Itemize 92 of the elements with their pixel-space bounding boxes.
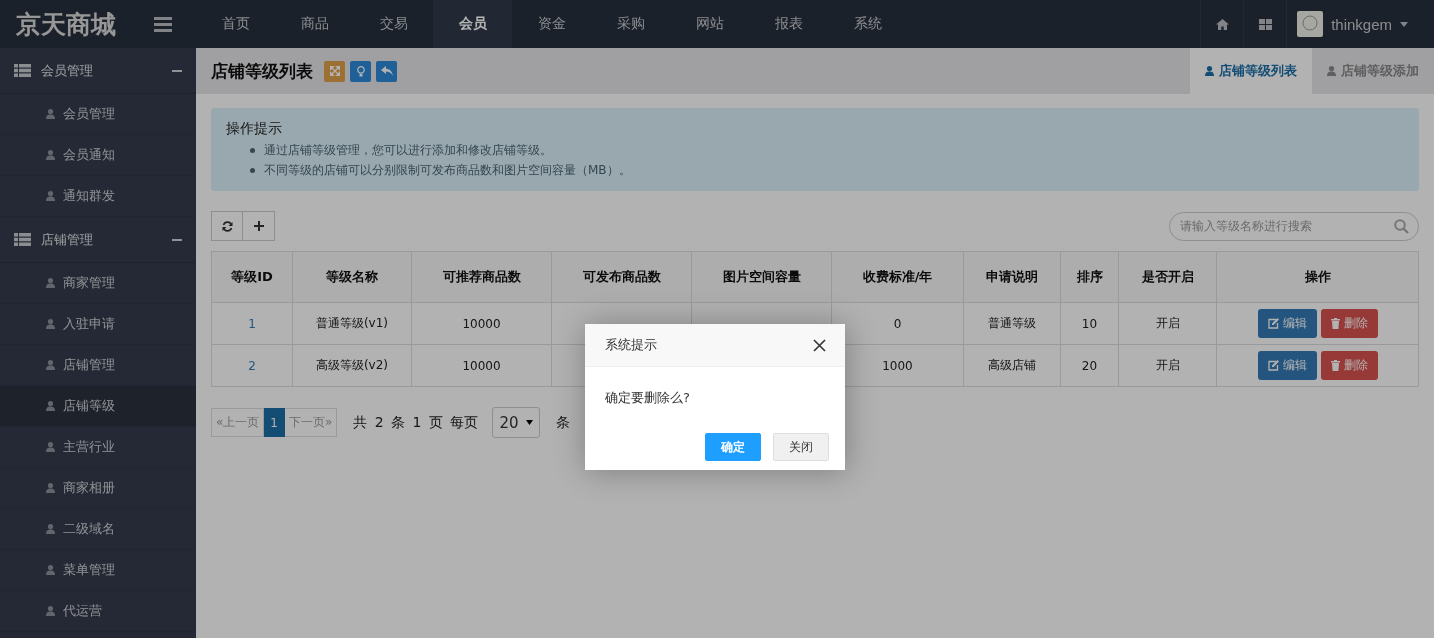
- dialog-title: 系统提示: [605, 336, 657, 354]
- user-icon: [46, 278, 55, 288]
- user-icon: [46, 483, 55, 493]
- column-header: 申请说明: [963, 251, 1061, 303]
- avatar-icon[interactable]: [1297, 11, 1324, 37]
- column-header: 等级名称: [292, 251, 412, 303]
- list-icon: [14, 233, 31, 246]
- nav-tab[interactable]: 资金: [512, 0, 591, 48]
- column-header: 图片空间容量: [691, 251, 832, 303]
- nav-tab[interactable]: 采购: [591, 0, 670, 48]
- user-icon: [46, 109, 55, 119]
- page-summary: 共 2 条 1 页 每页: [353, 413, 479, 432]
- nav-tab[interactable]: 交易: [354, 0, 433, 48]
- caret-icon[interactable]: [1400, 21, 1408, 27]
- tip-text: 不同等级的店铺可以分别限制可发布商品数和图片空间容量（MB）。: [264, 162, 632, 179]
- column-header: 可发布商品数: [551, 251, 692, 303]
- table-cell: 普通等级: [963, 302, 1061, 345]
- nav-tab[interactable]: 报表: [749, 0, 828, 48]
- column-header: 操作: [1216, 251, 1419, 303]
- table-cell: 开启: [1118, 344, 1217, 387]
- user-name[interactable]: thinkgem: [1331, 15, 1392, 33]
- delete-button[interactable]: 删除: [1320, 309, 1378, 338]
- group-label: 会员管理: [41, 61, 94, 80]
- user-icon: [46, 401, 55, 411]
- edit-icon: [1267, 318, 1279, 329]
- confirm-button[interactable]: 确定: [705, 433, 761, 461]
- table-cell: 1: [211, 302, 293, 345]
- user-icon: [46, 606, 55, 616]
- user-icon: [1205, 66, 1214, 76]
- reply-icon: [380, 66, 393, 76]
- table-cell: 高级等级(v2): [292, 344, 412, 387]
- table-cell: 10000: [411, 344, 552, 387]
- column-header: 是否开启: [1118, 251, 1217, 303]
- user-icon: [46, 360, 55, 370]
- column-header: 收费标准/年: [831, 251, 964, 303]
- user-icon: [46, 191, 55, 201]
- tips-title: 操作提示: [226, 120, 283, 138]
- delete-button[interactable]: 删除: [1320, 351, 1378, 380]
- list-icon: [14, 64, 31, 77]
- table-cell: 10: [1060, 302, 1119, 345]
- page-size-select[interactable]: 20: [492, 407, 541, 438]
- user-icon: [46, 442, 55, 452]
- user-icon: [46, 319, 55, 329]
- table-cell: 开启: [1118, 302, 1217, 345]
- caret-icon: [526, 420, 534, 425]
- search-field[interactable]: 请输入等级名称进行搜索: [1169, 211, 1419, 241]
- user-icon: [1327, 66, 1336, 76]
- edit-button[interactable]: 编辑: [1257, 309, 1317, 338]
- edit-icon: [1267, 360, 1279, 371]
- nav-tab[interactable]: 首页: [196, 0, 275, 48]
- table-cell: 10000: [411, 302, 552, 345]
- edit-button[interactable]: 编辑: [1257, 351, 1317, 380]
- expand-icon: [329, 66, 340, 76]
- group-label: 店铺管理: [41, 230, 94, 249]
- back-button[interactable]: [376, 60, 397, 82]
- bullet-icon: [250, 167, 255, 173]
- table-cell: 高级店铺: [963, 344, 1061, 387]
- nav-tab[interactable]: 商品: [275, 0, 354, 48]
- page-title: 店铺等级列表: [211, 59, 313, 83]
- column-header: 等级ID: [211, 251, 293, 303]
- tab[interactable]: 店铺等级列表: [1190, 48, 1312, 94]
- page-unit: 条: [556, 413, 571, 432]
- refresh-button[interactable]: [211, 211, 243, 241]
- nav-tab[interactable]: 系统: [828, 0, 907, 48]
- tip-text: 通过店铺等级管理，您可以进行添加和修改店铺等级。: [264, 142, 553, 159]
- nav-tab[interactable]: 会员: [433, 0, 512, 48]
- column-header: 可推荐商品数: [411, 251, 552, 303]
- sidebar-item[interactable]: 店铺等级: [0, 386, 196, 427]
- user-icon: [46, 524, 55, 534]
- add-button[interactable]: [243, 211, 275, 241]
- dialog-message: 确定要删除么?: [604, 389, 691, 407]
- close-button[interactable]: 关闭: [773, 433, 829, 461]
- menu-icon[interactable]: [154, 16, 172, 32]
- refresh-icon: [221, 220, 233, 232]
- tips-button[interactable]: [350, 60, 371, 82]
- trash-icon: [1330, 318, 1340, 329]
- close-icon[interactable]: [813, 338, 826, 352]
- bulb-icon: [356, 65, 365, 77]
- table-cell: 普通等级(v1): [292, 302, 412, 345]
- plus-icon: [253, 221, 264, 231]
- user-icon: [46, 150, 55, 160]
- page-link[interactable]: 1: [264, 408, 285, 437]
- grid-icon[interactable]: [1258, 18, 1272, 30]
- bullet-icon: [250, 147, 255, 153]
- home-icon[interactable]: [1215, 18, 1229, 30]
- user-icon: [46, 565, 55, 575]
- table-cell: 2: [211, 344, 293, 387]
- logo: 京天商城: [15, 8, 117, 41]
- column-header: 排序: [1060, 251, 1119, 303]
- nav-tab[interactable]: 网站: [670, 0, 749, 48]
- table-cell: 20: [1060, 344, 1119, 387]
- trash-icon: [1330, 360, 1340, 371]
